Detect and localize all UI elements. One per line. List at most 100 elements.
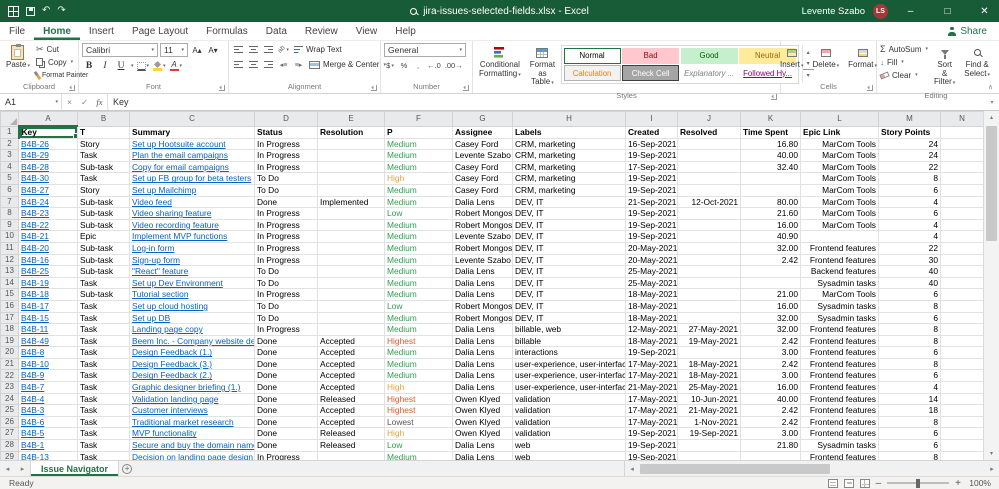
cell[interactable]: Accepted <box>318 358 385 370</box>
ribbon-tab-formulas[interactable]: Formulas <box>197 22 257 40</box>
cell[interactable]: 19-May-2021 <box>678 335 741 347</box>
ribbon-tab-view[interactable]: View <box>347 22 387 40</box>
cell[interactable]: B4B-1 <box>19 440 78 452</box>
sheet-nav-left-icon[interactable]: ◂ <box>0 461 15 476</box>
cell[interactable]: Levente Szabo <box>453 150 513 162</box>
cell[interactable] <box>318 254 385 266</box>
cell[interactable]: Backend features <box>801 266 879 278</box>
cell[interactable]: Design Feedback (2.) <box>130 370 255 382</box>
cell[interactable]: 17-May-2021 <box>626 416 678 428</box>
cell[interactable]: 18-May-2021 <box>626 312 678 324</box>
cell[interactable]: Low <box>385 208 453 220</box>
cell[interactable]: Done <box>255 347 318 359</box>
column-header-H[interactable]: H <box>513 112 626 127</box>
cell[interactable]: 19-Sep-2021 <box>626 347 678 359</box>
column-header-B[interactable]: B <box>78 112 130 127</box>
cell-style-check-cell[interactable]: Check Cell <box>622 65 679 81</box>
cell[interactable] <box>318 289 385 301</box>
cell[interactable] <box>941 138 984 150</box>
cell[interactable]: B4B-5 <box>19 428 78 440</box>
cell[interactable]: Sysadmin tasks <box>801 277 879 289</box>
cell[interactable]: Set up DB <box>130 312 255 324</box>
cell[interactable]: 8 <box>879 416 941 428</box>
row-header[interactable]: 20 <box>1 347 19 359</box>
cell[interactable]: MarCom Tools <box>801 196 879 208</box>
cell[interactable] <box>678 312 741 324</box>
cell[interactable] <box>318 184 385 196</box>
cell[interactable]: To Do <box>255 277 318 289</box>
clipboard-dialog-launcher-icon[interactable] <box>69 85 75 91</box>
cell[interactable] <box>678 277 741 289</box>
cell[interactable]: In Progress <box>255 324 318 336</box>
cell[interactable]: Copy for email campaigns <box>130 161 255 173</box>
cell[interactable]: Medium <box>385 161 453 173</box>
cell[interactable]: 21-May-2021 <box>678 405 741 417</box>
cell[interactable]: CRM, marketing <box>513 150 626 162</box>
cell[interactable]: In Progress <box>255 150 318 162</box>
cell[interactable] <box>801 231 879 243</box>
cell[interactable]: 25-May-2021 <box>626 266 678 278</box>
cell[interactable]: Low <box>385 300 453 312</box>
cell[interactable]: Medium <box>385 219 453 231</box>
row-header[interactable]: 3 <box>1 150 19 162</box>
cell[interactable]: DEV, IT <box>513 300 626 312</box>
cell[interactable]: Customer interviews <box>130 405 255 417</box>
column-header-F[interactable]: F <box>385 112 453 127</box>
cell[interactable]: DEV, IT <box>513 219 626 231</box>
cell[interactable]: Medium <box>385 324 453 336</box>
align-left-button[interactable] <box>232 58 245 71</box>
cell[interactable]: Done <box>255 440 318 452</box>
autosum-button[interactable]: ΣAutoSum▾ <box>880 43 928 55</box>
cell[interactable]: 24 <box>879 150 941 162</box>
cell[interactable]: Dalia Lens <box>453 277 513 289</box>
cell[interactable]: Medium <box>385 254 453 266</box>
cell[interactable]: B4B-15 <box>19 312 78 324</box>
conditional-formatting-button[interactable]: Conditional Formatting▾ <box>476 43 524 81</box>
italic-button[interactable]: I <box>98 59 112 73</box>
cell[interactable]: Medium <box>385 231 453 243</box>
find-select-button[interactable]: Find & Select▾ <box>961 43 993 81</box>
cell[interactable]: DEV, IT <box>513 312 626 324</box>
cell[interactable]: CRM, marketing <box>513 184 626 196</box>
cell[interactable]: 32.00 <box>741 324 801 336</box>
cell[interactable]: 30 <box>879 254 941 266</box>
cell[interactable]: Task <box>78 440 130 452</box>
cell[interactable]: Traditional market research <box>130 416 255 428</box>
vertical-scrollbar[interactable]: ▴ ▾ <box>983 111 999 460</box>
ribbon-tab-review[interactable]: Review <box>296 22 347 40</box>
cell[interactable]: B4B-6 <box>19 416 78 428</box>
cell[interactable] <box>941 277 984 289</box>
column-header-I[interactable]: I <box>626 112 678 127</box>
ribbon-tab-home[interactable]: Home <box>34 22 80 40</box>
cell[interactable]: user-experience, user-interface <box>513 358 626 370</box>
cell[interactable]: Dalia Lens <box>453 196 513 208</box>
cell[interactable] <box>318 161 385 173</box>
cell[interactable]: 2.42 <box>741 405 801 417</box>
cell[interactable]: MarCom Tools <box>801 161 879 173</box>
cell[interactable]: Medium <box>385 242 453 254</box>
increase-decimal-button[interactable]: ←.0 <box>426 59 442 72</box>
cell[interactable]: Plan the email campaigns <box>130 150 255 162</box>
cell[interactable]: Task <box>78 451 130 460</box>
cell[interactable]: 80.00 <box>741 196 801 208</box>
cell-style-good[interactable]: Good <box>681 48 738 64</box>
cell[interactable]: MVP functionality <box>130 428 255 440</box>
cell[interactable]: To Do <box>255 184 318 196</box>
row-header[interactable]: 18 <box>1 324 19 336</box>
cell[interactable]: High <box>385 173 453 185</box>
cell[interactable]: MarCom Tools <box>801 138 879 150</box>
cell[interactable]: Sub-task <box>78 208 130 220</box>
cell[interactable]: Frontend features <box>801 242 879 254</box>
cell[interactable]: DEV, IT <box>513 266 626 278</box>
cell[interactable] <box>941 219 984 231</box>
row-header[interactable]: 21 <box>1 358 19 370</box>
cell[interactable]: Task <box>78 324 130 336</box>
user-name[interactable]: Levente Szabo <box>802 6 865 17</box>
font-family-select[interactable]: Calibri▾ <box>82 43 158 57</box>
cell[interactable]: Dalia Lens <box>453 289 513 301</box>
cell[interactable]: Casey Ford <box>453 173 513 185</box>
cell[interactable] <box>678 289 741 301</box>
cell[interactable] <box>678 266 741 278</box>
cell[interactable]: B4B-17 <box>19 300 78 312</box>
cell[interactable]: Sub-task <box>78 242 130 254</box>
